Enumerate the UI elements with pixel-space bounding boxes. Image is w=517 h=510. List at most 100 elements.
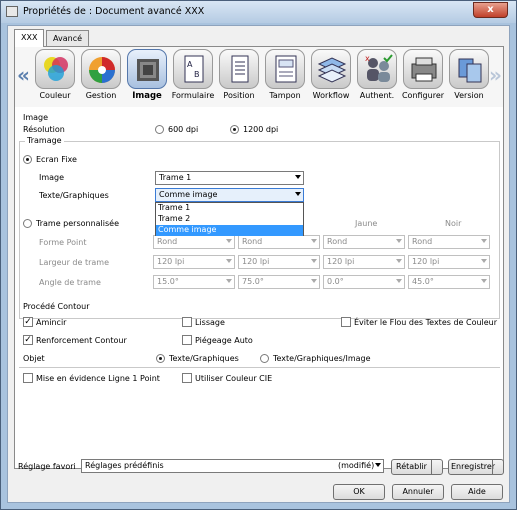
tool-label: Configurer xyxy=(401,91,445,100)
eviter-flou-label: Éviter le Flou des Textes de Couleur xyxy=(354,318,498,327)
tool-label: Couleur xyxy=(39,91,71,100)
ecran-fixe-radio[interactable] xyxy=(23,155,32,164)
largeur-trame-select[interactable]: 120 lpi xyxy=(153,255,235,269)
scroll-left-icon[interactable]: « xyxy=(17,63,30,87)
image-trame-value: Trame 1 xyxy=(159,173,192,182)
svg-text:A: A xyxy=(187,60,193,69)
res-600-radio[interactable] xyxy=(155,125,164,134)
dropdown-option[interactable]: Trame 2 xyxy=(156,214,303,225)
select-value: 0.0° xyxy=(327,277,344,286)
largeur-trame-select[interactable]: 120 lpi xyxy=(238,255,320,269)
ligne-label: Mise en évidence Ligne 1 Point xyxy=(36,374,160,383)
tool-formulaire[interactable]: AB Formulaire xyxy=(171,49,215,105)
dropdown-option-selected[interactable]: Comme image xyxy=(156,225,303,236)
tool-label: Tampon xyxy=(269,91,301,100)
restore-button[interactable]: Rétablir xyxy=(391,459,443,475)
cancel-button[interactable]: Annuler xyxy=(392,484,444,500)
trame-perso-label: Trame personnalisée xyxy=(36,219,120,228)
select-value: 75.0° xyxy=(242,277,264,286)
select-value: 120 lpi xyxy=(157,257,185,266)
select-value: Rond xyxy=(327,237,348,246)
tool-version[interactable]: Version xyxy=(447,49,491,105)
objet-texte-image-radio[interactable] xyxy=(260,354,269,363)
angle-trame-select[interactable]: 75.0° xyxy=(238,275,320,289)
image-section-heading: Image xyxy=(23,113,49,122)
dialog-client: XXX Avancé « » Couleur Gestion Image A B… xyxy=(7,25,510,503)
select-value: Rond xyxy=(242,237,263,246)
svg-text:B: B xyxy=(194,70,200,79)
tool-gestion[interactable]: Gestion xyxy=(79,49,123,105)
version-icon xyxy=(449,49,489,89)
tool-workflow[interactable]: Workflow xyxy=(309,49,353,105)
cie-checkbox[interactable] xyxy=(182,373,192,383)
image-halftone-icon xyxy=(127,49,167,89)
tool-authent[interactable]: x Authent. xyxy=(355,49,399,105)
tool-couleur[interactable]: Couleur xyxy=(33,49,77,105)
select-value: 15.0° xyxy=(157,277,179,286)
renforcement-label: Renforcement Contour xyxy=(36,336,127,345)
angle-trame-select[interactable]: 45.0° xyxy=(408,275,490,289)
chevron-down-icon[interactable] xyxy=(492,460,503,474)
chevron-down-icon[interactable] xyxy=(431,460,442,474)
dropdown-option[interactable]: Trame 1 xyxy=(156,203,303,214)
amincir-checkbox[interactable]: ✓ xyxy=(23,317,33,327)
select-value: Rond xyxy=(412,237,433,246)
restore-label: Rétablir xyxy=(396,462,427,471)
angle-trame-select[interactable]: 0.0° xyxy=(323,275,405,289)
chevron-down-icon xyxy=(375,463,381,467)
trame-perso-radio[interactable] xyxy=(23,219,32,228)
window-title: Propriétés de : Document avancé XXX xyxy=(23,6,205,17)
tool-image[interactable]: Image xyxy=(125,49,169,105)
col-jaune: Jaune xyxy=(355,219,378,228)
chevron-down-icon xyxy=(295,192,301,196)
tab-xxx[interactable]: XXX xyxy=(14,29,45,47)
printer-icon xyxy=(403,49,443,89)
forme-point-select[interactable]: Rond xyxy=(323,235,405,249)
objet-label: Objet xyxy=(23,354,45,363)
tool-label: Image xyxy=(132,91,162,101)
amincir-label: Amincir xyxy=(36,318,67,327)
res-1200-radio[interactable] xyxy=(230,125,239,134)
tool-label: Workflow xyxy=(312,91,350,100)
workflow-icon xyxy=(311,49,351,89)
title-bar: Propriétés de : Document avancé XXX x xyxy=(1,1,516,23)
users-icon: x xyxy=(357,49,397,89)
help-button[interactable]: Aide xyxy=(451,484,503,500)
tool-position[interactable]: Position xyxy=(217,49,261,105)
lissage-checkbox[interactable] xyxy=(182,317,192,327)
image-trame-label: Image xyxy=(39,173,65,182)
largeur-trame-select[interactable]: 120 lpi xyxy=(323,255,405,269)
forme-point-select[interactable]: Rond xyxy=(408,235,490,249)
select-value: 45.0° xyxy=(412,277,434,286)
favorites-select[interactable]: Réglages prédéfinis (modifié) xyxy=(81,459,384,473)
image-trame-select[interactable]: Trame 1 xyxy=(155,171,304,185)
eviter-flou-checkbox[interactable] xyxy=(341,317,351,327)
piegeage-checkbox[interactable] xyxy=(182,335,192,345)
tool-label: Position xyxy=(223,91,255,100)
chevron-down-icon xyxy=(295,175,301,179)
tool-label: Authent. xyxy=(359,91,395,100)
chevron-down-icon xyxy=(226,259,232,263)
texte-trame-select[interactable]: Comme image xyxy=(155,188,304,202)
save-label: Enregistrer xyxy=(451,462,496,471)
angle-trame-select[interactable]: 15.0° xyxy=(153,275,235,289)
tool-tampon[interactable]: Tampon xyxy=(263,49,307,105)
ok-button[interactable]: OK xyxy=(333,484,385,500)
color-circles-icon xyxy=(35,49,75,89)
forme-point-select[interactable]: Rond xyxy=(153,235,235,249)
tool-configurer[interactable]: Configurer xyxy=(401,49,445,105)
chevron-down-icon xyxy=(481,239,487,243)
tab-avance[interactable]: Avancé xyxy=(46,30,90,46)
select-value: 120 lpi xyxy=(327,257,355,266)
feature-toolbar: « » Couleur Gestion Image A B Formulaire… xyxy=(15,47,503,107)
select-value: 120 lpi xyxy=(412,257,440,266)
ligne-checkbox[interactable] xyxy=(23,373,33,383)
forme-point-select[interactable]: Rond xyxy=(238,235,320,249)
objet-texte-radio[interactable] xyxy=(156,354,165,363)
texte-trame-label: Texte/Graphiques xyxy=(39,191,109,200)
renforcement-checkbox[interactable]: ✓ xyxy=(23,335,33,345)
chevron-down-icon xyxy=(226,279,232,283)
close-button[interactable]: x xyxy=(473,2,508,18)
save-button[interactable]: Enregistrer xyxy=(448,459,504,475)
largeur-trame-select[interactable]: 120 lpi xyxy=(408,255,490,269)
